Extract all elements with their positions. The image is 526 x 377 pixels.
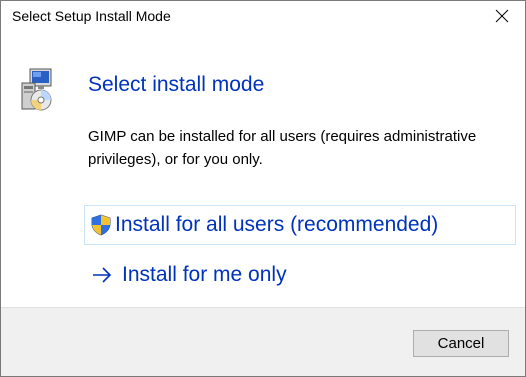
install-all-users-label: Install for all users (recommended) — [115, 213, 439, 236]
close-icon — [495, 9, 509, 23]
dialog-footer: Cancel — [1, 307, 525, 376]
window-title: Select Setup Install Mode — [12, 8, 171, 24]
page-heading: Select install mode — [88, 73, 265, 96]
setup-dialog: Select Setup Install Mode Select install… — [0, 0, 526, 377]
install-all-users-button[interactable]: Install for all users (recommended) — [84, 205, 516, 245]
install-description: GIMP can be installed for all users (req… — [88, 128, 477, 168]
close-button[interactable] — [479, 1, 525, 31]
cancel-button[interactable]: Cancel — [413, 330, 509, 357]
install-me-only-label: Install for me only — [122, 263, 287, 286]
title-bar: Select Setup Install Mode — [1, 1, 525, 31]
arrow-right-icon — [93, 267, 112, 283]
uac-shield-icon — [91, 214, 111, 236]
install-me-only-button[interactable]: Install for me only — [84, 255, 384, 295]
setup-computer-icon — [21, 68, 52, 111]
